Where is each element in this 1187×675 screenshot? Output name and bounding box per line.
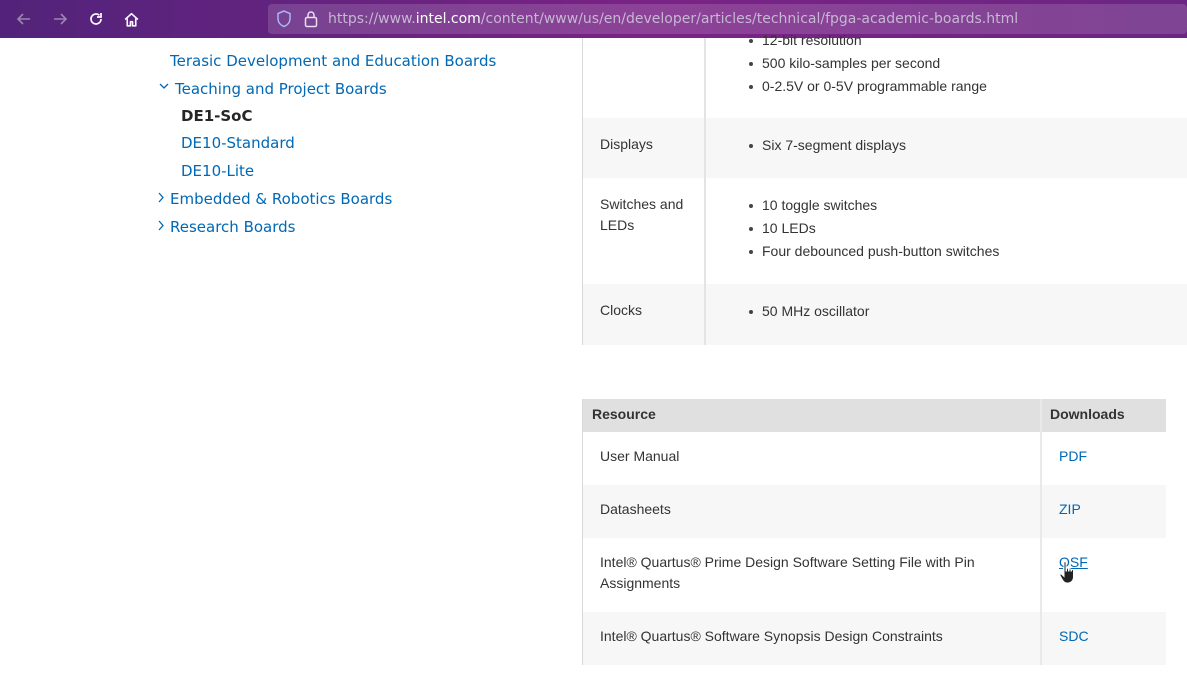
column-divider [1040, 399, 1042, 665]
resource-name: Intel® Quartus® Software Synopsis Design… [600, 628, 943, 644]
resources-table: Resource Downloads User Manual PDF Datas… [582, 399, 1166, 665]
row-label-switches-leds: Switches and LEDs [600, 194, 683, 236]
bullet-list: Six 7-segment displays [749, 134, 906, 157]
table-row: Datasheets ZIP [583, 485, 1166, 538]
label-line: Switches and [600, 196, 684, 212]
table-row: 12-bit resolution 500 kilo-samples per s… [583, 32, 1187, 118]
resource-name: Datasheets [600, 501, 671, 517]
resource-name: User Manual [600, 448, 680, 464]
specifications-table: 12-bit resolution 500 kilo-samples per s… [582, 32, 1187, 345]
home-icon [124, 12, 138, 27]
hand-pointer-icon [1059, 561, 1074, 584]
list-item: 50 MHz oscillator [749, 300, 869, 323]
chevron-down-icon[interactable] [159, 82, 169, 90]
list-item: 0-2.5V or 0-5V programmable range [749, 75, 987, 98]
reload-icon [90, 13, 102, 25]
header-resource: Resource [592, 406, 656, 422]
nav-link-terasic-boards[interactable]: Terasic Development and Education Boards [170, 51, 496, 71]
list-item: Four debounced push-button switches [749, 240, 999, 263]
home-button[interactable] [118, 6, 144, 32]
list-item: 10 LEDs [749, 217, 999, 240]
nav-link-de10-lite[interactable]: DE10-Lite [181, 161, 254, 181]
bullet-list: 50 MHz oscillator [749, 300, 869, 323]
nav-link-de10-standard[interactable]: DE10-Standard [181, 133, 295, 153]
list-item: Six 7-segment displays [749, 134, 906, 157]
url-path: /content/www/us/en/developer/articles/te… [480, 11, 1019, 27]
table-row: User Manual PDF [583, 432, 1166, 485]
url-prefix: https://www. [328, 11, 416, 27]
back-button[interactable] [11, 6, 37, 32]
bullet-list: 10 toggle switches 10 LEDs Four debounce… [749, 194, 999, 263]
arrow-right-icon [54, 13, 68, 25]
url-text[interactable]: https://www.intel.com/content/www/us/en/… [328, 10, 1018, 28]
nav-link-teaching-boards[interactable]: Teaching and Project Boards [175, 79, 387, 99]
lock-icon[interactable] [304, 10, 318, 28]
download-link-pdf[interactable]: PDF [1059, 446, 1087, 467]
name-line: Assignments [600, 575, 681, 591]
table-row: Displays Six 7-segment displays [583, 118, 1187, 178]
browser-toolbar: https://www.intel.com/content/www/us/en/… [0, 0, 1187, 38]
label-line: LEDs [600, 217, 635, 233]
download-link-zip[interactable]: ZIP [1059, 499, 1081, 520]
chevron-right-icon[interactable] [157, 192, 165, 203]
arrow-left-icon [16, 13, 30, 25]
nav-link-embedded-robotics[interactable]: Embedded & Robotics Boards [170, 189, 392, 209]
table-row: Intel® Quartus® Software Synopsis Design… [583, 612, 1166, 665]
nav-current-de1-soc: DE1-SoC [181, 107, 253, 125]
download-link-sdc[interactable]: SDC [1059, 626, 1089, 647]
table-row: Switches and LEDs 10 toggle switches 10 … [583, 178, 1187, 284]
row-label-displays: Displays [600, 136, 653, 152]
url-domain: intel.com [415, 11, 481, 27]
chevron-right-icon[interactable] [157, 220, 165, 231]
row-label-clocks: Clocks [600, 302, 643, 318]
reload-button[interactable] [83, 6, 109, 32]
shield-icon[interactable] [276, 10, 292, 28]
list-item: 500 kilo-samples per second [749, 52, 987, 75]
nav-link-research-boards[interactable]: Research Boards [170, 217, 295, 237]
table-header: Resource Downloads [583, 399, 1166, 432]
column-divider [704, 38, 706, 345]
table-row: Clocks 50 MHz oscillator [583, 284, 1187, 345]
list-item: 10 toggle switches [749, 194, 999, 217]
resource-name: Intel® Quartus® Prime Design Software Se… [600, 552, 1000, 594]
header-downloads: Downloads [1050, 406, 1125, 422]
name-line: Intel® Quartus® Prime Design Software Se… [600, 554, 975, 570]
list-item: 12-bit resolution [749, 29, 987, 52]
bullet-list: 12-bit resolution 500 kilo-samples per s… [749, 29, 987, 98]
url-bar[interactable]: https://www.intel.com/content/www/us/en/… [268, 4, 1187, 34]
table-row: Intel® Quartus® Prime Design Software Se… [583, 538, 1166, 612]
forward-button[interactable] [47, 6, 73, 32]
